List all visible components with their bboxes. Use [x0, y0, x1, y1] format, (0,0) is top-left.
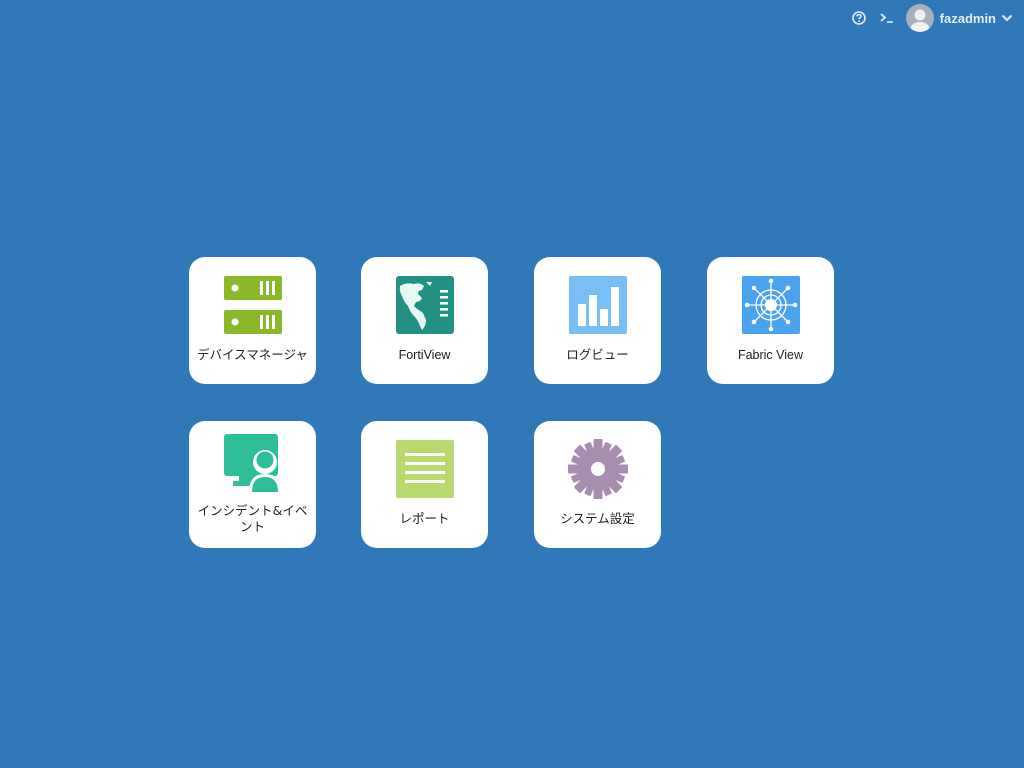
top-header: fazadmin — [850, 4, 1014, 32]
tile-label: デバイスマネージャ — [197, 347, 308, 362]
fabric-network-icon — [741, 275, 801, 335]
tile-device-manager[interactable]: デバイスマネージャ — [189, 257, 316, 384]
monitor-user-icon — [223, 433, 283, 493]
bar-chart-icon — [568, 275, 628, 335]
tile-label: ログビュー — [566, 347, 629, 362]
tile-label: Fabric View — [737, 348, 804, 362]
server-icon — [223, 275, 283, 335]
tile-system-settings[interactable]: システム設定 — [534, 421, 661, 548]
tile-label: システム設定 — [560, 511, 635, 526]
avatar[interactable] — [905, 4, 934, 32]
document-lines-icon — [395, 439, 455, 499]
tile-label: FortiView — [398, 348, 451, 362]
tile-fortiview[interactable]: FortiView — [361, 257, 488, 384]
tile-log-view[interactable]: ログビュー — [534, 257, 661, 384]
help-circle-icon[interactable] — [850, 9, 868, 27]
user-menu[interactable]: fazadmin — [905, 4, 1014, 32]
tile-label: レポート — [399, 511, 450, 526]
tile-label: インシデント&イベント — [197, 503, 308, 534]
terminal-icon[interactable] — [878, 9, 896, 27]
tile-fabric-view[interactable]: Fabric View — [707, 257, 834, 384]
tile-incidents-events[interactable]: インシデント&イベント — [189, 421, 316, 548]
world-map-icon — [395, 275, 455, 335]
tile-reports[interactable]: レポート — [361, 421, 488, 548]
username[interactable]: fazadmin — [940, 11, 996, 26]
chevron-down-icon[interactable] — [1000, 9, 1014, 27]
gear-icon — [567, 439, 628, 499]
